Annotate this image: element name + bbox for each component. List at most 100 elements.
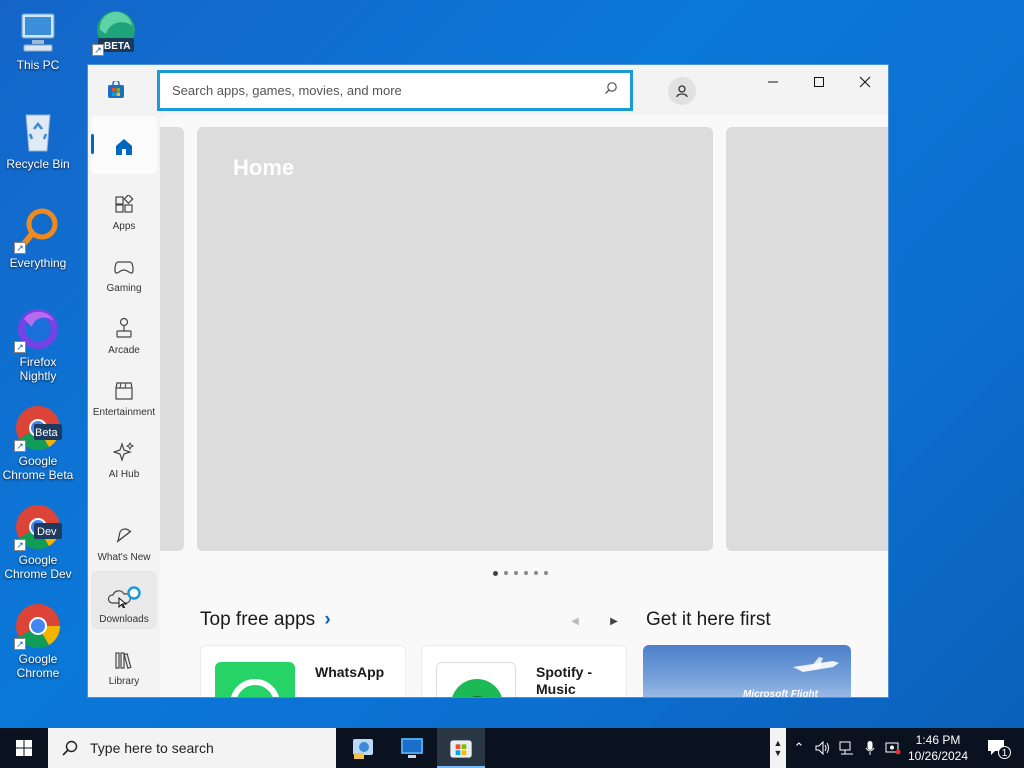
promo-card-flight-simulator[interactable]: Microsoft Flight Simulator bbox=[643, 645, 851, 697]
search-input[interactable] bbox=[172, 83, 604, 98]
taskbar-app-control-panel[interactable] bbox=[339, 728, 387, 768]
minimize-icon bbox=[768, 81, 778, 83]
carousel-dot[interactable] bbox=[524, 571, 528, 575]
search-icon bbox=[62, 740, 78, 756]
shortcut-arrow-icon: ↗ bbox=[92, 44, 104, 56]
desktop-icon-edge-beta[interactable]: BETA ↗ bbox=[78, 8, 154, 64]
app-card-whatsapp[interactable]: WhatsApp bbox=[200, 645, 406, 697]
sidebar-item-library[interactable]: Library bbox=[91, 633, 157, 691]
top-free-apps-heading[interactable]: Top free apps › bbox=[200, 609, 331, 631]
sidebar-item-entertainment[interactable]: Entertainment bbox=[91, 364, 157, 422]
app-name: Spotify - Music and... bbox=[536, 664, 592, 697]
clock-time: 1:46 PM bbox=[915, 733, 961, 747]
store-icon bbox=[450, 740, 472, 758]
sidebar-item-label: Apps bbox=[112, 221, 136, 232]
section-title: Top free apps bbox=[200, 609, 316, 630]
desktop-icon-chrome-beta[interactable]: Beta ↗ Google Chrome Beta bbox=[0, 404, 76, 482]
desktop-icon-firefox-nightly[interactable]: ↗ Firefox Nightly bbox=[0, 305, 76, 383]
caret-up-down-icon: ▲ ▼ bbox=[773, 738, 783, 758]
clock-date: 10/26/2024 bbox=[907, 749, 969, 763]
notification-center-button[interactable]: 1 bbox=[980, 728, 1014, 768]
sidebar-item-ai-hub[interactable]: AI Hub bbox=[91, 426, 157, 484]
shortcut-arrow-icon: ↗ bbox=[14, 341, 26, 353]
carousel-dot[interactable] bbox=[514, 571, 518, 575]
close-icon bbox=[859, 76, 871, 88]
show-hidden-icons-button[interactable]: ⌃ bbox=[790, 728, 808, 768]
taskbar-scroll[interactable]: ▲ ▼ bbox=[770, 728, 786, 768]
scroll-left-button[interactable]: ◀ bbox=[563, 609, 587, 633]
scroll-right-button[interactable]: ▶ bbox=[602, 609, 626, 633]
minimize-button[interactable] bbox=[750, 65, 796, 99]
desktop-icon-this-pc[interactable]: This PC bbox=[0, 8, 76, 72]
desktop-icon-chrome[interactable]: ↗ Google Chrome bbox=[0, 602, 76, 680]
title-bar bbox=[88, 65, 888, 115]
account-avatar-icon[interactable] bbox=[668, 77, 696, 105]
microsoft-store-window: Apps Gaming Arcade Entertainment bbox=[87, 64, 889, 698]
control-panel-icon bbox=[353, 739, 373, 759]
desktop-icon-label: Everything bbox=[9, 256, 67, 270]
edge-beta-icon: BETA ↗ bbox=[92, 8, 140, 56]
maximize-button[interactable] bbox=[796, 65, 842, 99]
carousel-dot[interactable] bbox=[534, 571, 538, 575]
chrome-dev-icon: Dev ↗ bbox=[14, 503, 62, 551]
everything-magnifier-icon: ↗ bbox=[14, 206, 62, 254]
taskbar: Type here to search ▲▼ ⌃ 1:46 PM 10/26/ bbox=[0, 728, 1024, 768]
hero-card-previous[interactable] bbox=[160, 127, 184, 551]
nav-sidebar: Apps Gaming Arcade Entertainment AI Hub … bbox=[88, 115, 160, 697]
volume-icon[interactable] bbox=[812, 728, 834, 768]
chrome-beta-icon: Beta ↗ bbox=[14, 404, 62, 452]
shortcut-arrow-icon: ↗ bbox=[14, 638, 26, 650]
joystick-icon bbox=[116, 317, 132, 338]
search-icon[interactable] bbox=[604, 81, 618, 100]
shortcut-arrow-icon: ↗ bbox=[14, 539, 26, 551]
sidebar-item-apps[interactable]: Apps bbox=[91, 178, 157, 236]
caret-right-icon: ▶ bbox=[610, 615, 618, 627]
firefox-nightly-icon: ↗ bbox=[14, 305, 62, 353]
close-button[interactable] bbox=[842, 65, 888, 99]
notification-badge: 1 bbox=[998, 746, 1011, 759]
desktop-icon-chrome-dev[interactable]: Dev ↗ Google Chrome Dev bbox=[0, 503, 76, 581]
webcam-icon[interactable] bbox=[882, 728, 904, 768]
hero-card[interactable]: Home bbox=[197, 127, 713, 551]
desktop-icon-label: Google Chrome Dev bbox=[4, 553, 72, 581]
carousel-dot[interactable] bbox=[504, 571, 508, 575]
sidebar-item-gaming[interactable]: Gaming bbox=[91, 240, 157, 298]
start-button[interactable] bbox=[0, 728, 48, 768]
maximize-icon bbox=[814, 77, 824, 87]
windows-logo-icon bbox=[16, 740, 32, 756]
taskbar-app-microsoft-store[interactable] bbox=[437, 728, 485, 768]
bell-icon bbox=[116, 528, 132, 543]
clapper-icon bbox=[115, 382, 133, 400]
desktop-icon-label: Google Chrome bbox=[16, 652, 60, 680]
desktop-icon-label: This PC bbox=[16, 58, 60, 72]
desktop-icon-recycle-bin[interactable]: Recycle Bin bbox=[0, 107, 76, 171]
microphone-icon[interactable] bbox=[860, 728, 880, 768]
carousel-dot[interactable] bbox=[544, 571, 548, 575]
sidebar-item-whats-new[interactable]: What's New bbox=[91, 509, 157, 567]
system-clock[interactable]: 1:46 PM 10/26/2024 bbox=[902, 732, 974, 764]
carousel-dot[interactable] bbox=[493, 571, 498, 576]
caret-left-icon: ◀ bbox=[571, 615, 579, 627]
sidebar-item-arcade[interactable]: Arcade bbox=[91, 302, 157, 360]
whatsapp-icon bbox=[215, 662, 295, 697]
sidebar-item-downloads[interactable]: Downloads bbox=[91, 571, 157, 629]
get-it-here-first-heading: Get it here first bbox=[646, 609, 771, 630]
beta-badge: BETA bbox=[104, 41, 131, 52]
app-card-spotify[interactable]: Spotify - Music and... bbox=[421, 645, 627, 697]
taskbar-app-remote-desktop[interactable] bbox=[388, 728, 436, 768]
hero-card-next[interactable] bbox=[726, 127, 888, 551]
search-box[interactable] bbox=[157, 70, 633, 111]
gamepad-icon bbox=[114, 261, 134, 274]
desktop-icon-everything[interactable]: ↗ Everything bbox=[0, 206, 76, 270]
carousel-indicator bbox=[493, 571, 548, 576]
sidebar-item-label: AI Hub bbox=[108, 469, 140, 480]
store-logo-icon bbox=[107, 79, 125, 99]
sidebar-item-label: Downloads bbox=[99, 614, 149, 625]
sidebar-item-label: Library bbox=[108, 676, 140, 687]
apps-icon bbox=[115, 195, 134, 213]
sidebar-item-home[interactable] bbox=[91, 116, 157, 174]
network-icon[interactable] bbox=[836, 728, 858, 768]
beta-badge: Beta bbox=[35, 427, 58, 439]
computer-icon bbox=[14, 8, 62, 56]
taskbar-search-box[interactable]: Type here to search bbox=[48, 728, 336, 768]
